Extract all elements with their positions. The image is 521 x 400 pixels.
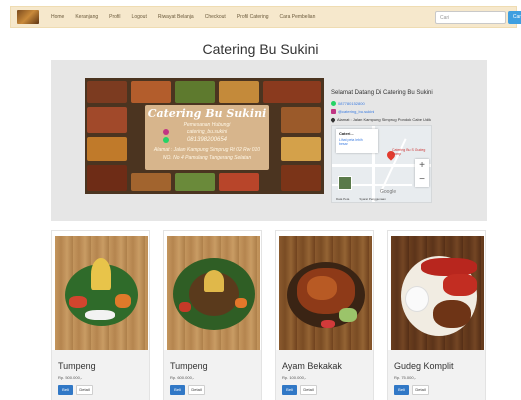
buy-button[interactable]: Beli [58, 385, 73, 395]
product-price: Rp. 75.000,- [394, 375, 417, 380]
map-footer: Data Peta Syarat Penggunaan [336, 197, 396, 201]
buy-button[interactable]: Beli [282, 385, 297, 395]
flyer-subtitle: Pemesanan Hubungi [183, 122, 231, 128]
flyer-address-line2: NO. No 4 Pamulang Tangerang Selatan [162, 155, 252, 161]
nav-link-keranjang[interactable]: Keranjang [75, 14, 98, 20]
map-place-label: Catering Bu S Gudeg Komp [392, 148, 426, 156]
product-card: Ayam Bekakak Rp. 100.000,- Beli Detail [275, 230, 374, 400]
detail-button[interactable]: Detail [188, 385, 205, 395]
google-logo: Google [380, 189, 397, 195]
nav-link-profil[interactable]: Profil [109, 14, 120, 20]
search-button[interactable]: Cari [508, 11, 521, 24]
product-image[interactable] [279, 236, 372, 350]
phone-line: 087780152800 [331, 101, 365, 106]
product-card: Tumpeng Rp. 600.000,- Beli Detail [163, 230, 262, 400]
catering-flyer-image: Catering Bu Sukini Pemesanan Hubungi cat… [85, 78, 324, 194]
product-card: Tumpeng Rp. 500.000,- Beli Detail [51, 230, 150, 400]
nav-link-riwayat-belanja[interactable]: Riwayat Belanja [158, 14, 194, 20]
product-name: Tumpeng [170, 361, 208, 371]
product-image[interactable] [167, 236, 260, 350]
nav-link-home[interactable]: Home [51, 14, 64, 20]
nav-link-profil-catering[interactable]: Profil Catering [237, 14, 269, 20]
product-info: Gudeg Komplit Rp. 75.000,- Beli Detail [388, 350, 485, 400]
hero-banner: Catering Bu Sukini Pemesanan Hubungi cat… [51, 60, 487, 221]
flyer-info-panel: Catering Bu Sukini Pemesanan Hubungi cat… [145, 105, 269, 170]
product-name: Ayam Bekakak [282, 361, 342, 371]
product-price: Rp. 500.000,- [58, 375, 83, 380]
flyer-address-line1: Alamat : Jalan Kampung Simprug Rt 02 Rw … [153, 147, 261, 153]
top-navbar: Home Keranjang Profil Logout Riwayat Bel… [10, 6, 521, 28]
satellite-toggle[interactable] [338, 176, 352, 190]
map-zoom-controls: + − [415, 159, 429, 187]
buy-button[interactable]: Beli [170, 385, 185, 395]
nav-link-cara-pembelian[interactable]: Cara Pembelian [280, 14, 316, 20]
detail-button[interactable]: Detail [300, 385, 317, 395]
map-terms-link[interactable]: Syarat Penggunaan [359, 197, 386, 201]
detail-button[interactable]: Detail [412, 385, 429, 395]
site-logo[interactable] [17, 10, 39, 24]
page-title: Catering Bu Sukini [202, 41, 319, 57]
product-price: Rp. 600.000,- [170, 375, 195, 380]
nav-link-logout[interactable]: Logout [132, 14, 147, 20]
product-info: Ayam Bekakak Rp. 100.000,- Beli Detail [276, 350, 373, 400]
product-name: Tumpeng [58, 361, 96, 371]
map-card-title: Cateri... [339, 131, 354, 136]
search-input[interactable]: Cari [435, 11, 506, 24]
contact-address: Alamat : Jalan Kampung Simprug Pondok Ca… [337, 117, 432, 122]
flyer-instagram: catering_bu.sukini [186, 129, 228, 135]
location-pin-icon [330, 116, 336, 123]
product-image[interactable] [55, 236, 148, 350]
nav-link-checkout[interactable]: Checkout [205, 14, 226, 20]
zoom-in-button[interactable]: + [415, 159, 429, 173]
zoom-out-button[interactable]: − [415, 173, 429, 187]
contact-instagram[interactable]: @catering_bu.sukini [338, 109, 374, 114]
detail-button[interactable]: Detail [76, 385, 93, 395]
google-map-embed[interactable]: Cateri... Lihat peta lebih besar Caterin… [331, 125, 432, 203]
page: Home Keranjang Profil Logout Riwayat Bel… [0, 0, 521, 400]
product-name: Gudeg Komplit [394, 361, 454, 371]
instagram-icon [331, 109, 336, 114]
buy-button[interactable]: Beli [394, 385, 409, 395]
whatsapp-icon [331, 101, 336, 106]
nav-links: Home Keranjang Profil Logout Riwayat Bel… [51, 14, 326, 20]
product-card: Gudeg Komplit Rp. 75.000,- Beli Detail [387, 230, 486, 400]
instagram-line: @catering_bu.sukini [331, 109, 374, 114]
flyer-phone: 081398200654 [186, 137, 228, 143]
map-larger-link[interactable]: Lihat peta lebih besar [339, 138, 369, 146]
product-info: Tumpeng Rp. 500.000,- Beli Detail [52, 350, 149, 400]
product-image[interactable] [391, 236, 484, 350]
flyer-brand-title: Catering Bu Sukini [147, 107, 267, 120]
welcome-text: Selamat Datang Di Catering Bu Sukini [331, 90, 433, 96]
product-info: Tumpeng Rp. 600.000,- Beli Detail [164, 350, 261, 400]
map-data-link[interactable]: Data Peta [336, 197, 349, 201]
product-price: Rp. 100.000,- [282, 375, 307, 380]
address-line: Alamat : Jalan Kampung Simprug Pondok Ca… [330, 116, 432, 123]
map-info-card: Cateri... Lihat peta lebih besar [336, 129, 378, 153]
contact-phone[interactable]: 087780152800 [338, 101, 365, 106]
